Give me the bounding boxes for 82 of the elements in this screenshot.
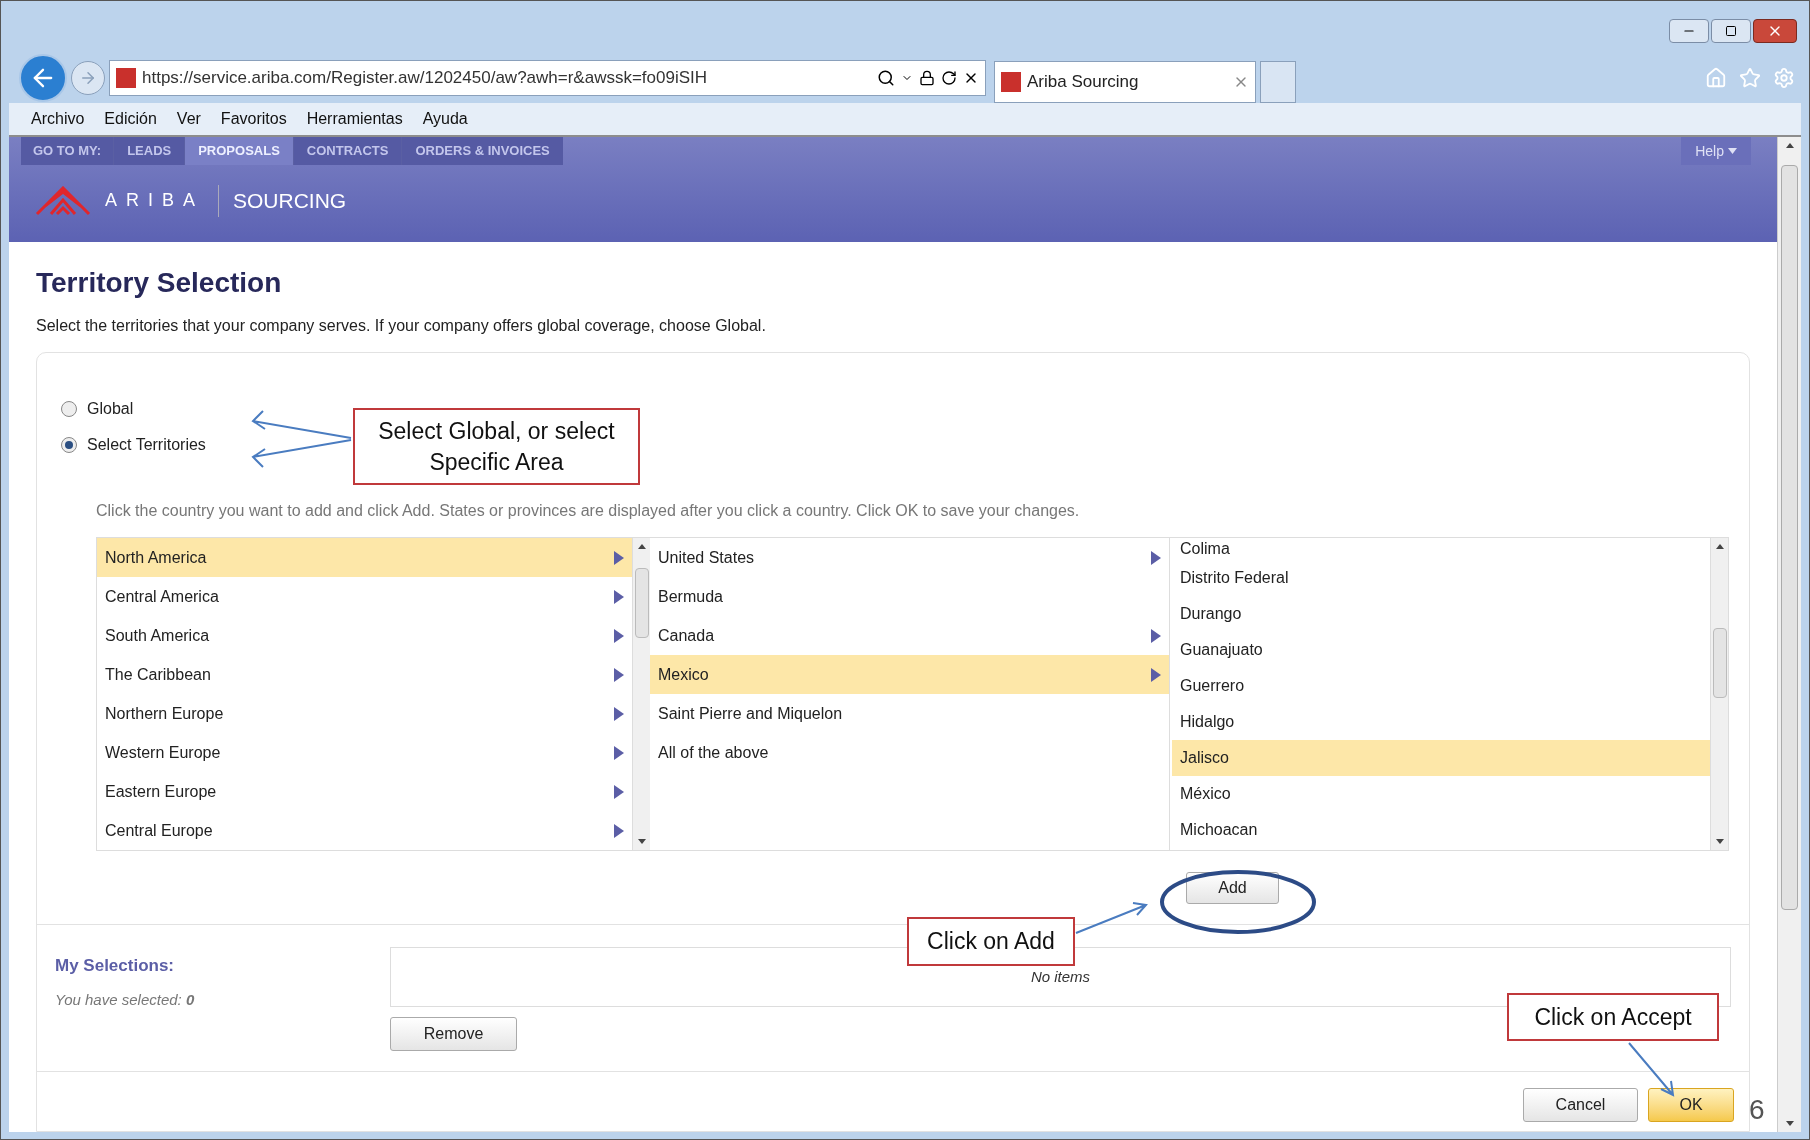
list-item[interactable]: Guanajuato: [1172, 632, 1710, 668]
list-item[interactable]: Western Europe: [97, 733, 632, 772]
selections-title: My Selections:: [55, 955, 176, 977]
product-name: SOURCING: [218, 185, 347, 217]
menu-item[interactable]: Ayuda: [422, 107, 468, 131]
selection-count: You have selected: 0: [55, 989, 196, 1010]
ok-button[interactable]: OK: [1648, 1088, 1734, 1122]
radio-button[interactable]: [61, 401, 77, 417]
scrollbar[interactable]: [1710, 538, 1728, 850]
help-menu[interactable]: Help: [1681, 137, 1751, 165]
arrow: [1628, 1042, 1675, 1097]
page-number: 6: [1749, 1093, 1765, 1127]
radio-label: Global: [87, 399, 134, 419]
maximize-icon: [1725, 25, 1737, 37]
page-title: Territory Selection: [36, 266, 283, 300]
list-item[interactable]: North America: [97, 538, 632, 577]
instruction-text: Click the country you want to add and click Add. States or provinces are displayed after you click a country. Click OK to save your changes.: [96, 501, 1081, 521]
list-item[interactable]: Michoacan: [1172, 812, 1710, 848]
empty-message: No items: [1030, 966, 1091, 987]
lock-icon: [919, 70, 935, 86]
menu-item[interactable]: Edición: [104, 107, 157, 131]
nav-tab[interactable]: ORDERS & INVOICES: [401, 137, 563, 165]
close-button[interactable]: [1753, 19, 1797, 43]
cancel-button[interactable]: Cancel: [1523, 1088, 1638, 1122]
brand-name: ARIBA: [105, 189, 205, 213]
list-item[interactable]: Colima: [1172, 538, 1710, 560]
address-bar[interactable]: https://service.ariba.com/Register.aw/1202450/aw?awh=r&awssk=fo09iSIH: [109, 60, 986, 96]
list-item[interactable]: Durango: [1172, 596, 1710, 632]
list-item[interactable]: Guerrero: [1172, 668, 1710, 704]
callout-box: Click on Add: [907, 917, 1075, 966]
page-scrollbar[interactable]: [1777, 137, 1801, 1132]
nav-label: GO TO MY:: [21, 137, 114, 165]
site-icon: [1001, 72, 1021, 92]
back-button[interactable]: [19, 54, 67, 102]
nav-tab[interactable]: LEADS: [113, 137, 185, 165]
callout-box: Click on Accept: [1507, 993, 1719, 1041]
menu-item[interactable]: Favoritos: [220, 107, 287, 131]
nav-tab[interactable]: CONTRACTS: [292, 137, 402, 165]
scroll-up-icon[interactable]: [637, 544, 646, 549]
scroll-thumb[interactable]: [1781, 165, 1798, 910]
search-icon[interactable]: [877, 69, 895, 87]
callout-box: Select Global, or select Specific Area: [353, 408, 640, 485]
list-item[interactable]: Central America: [97, 577, 632, 616]
site-icon: [116, 68, 136, 88]
list-item[interactable]: United States: [650, 538, 1169, 577]
maximize-button[interactable]: [1711, 19, 1751, 43]
scroll-thumb[interactable]: [1713, 628, 1727, 698]
scroll-up-icon[interactable]: [1715, 544, 1724, 549]
forward-button[interactable]: [71, 61, 105, 95]
list-item[interactable]: The Caribbean: [97, 655, 632, 694]
browser-tab[interactable]: Ariba Sourcing: [994, 61, 1256, 103]
scroll-up-icon[interactable]: [1785, 143, 1794, 148]
scroll-down-icon[interactable]: [1785, 1121, 1794, 1126]
radio-button[interactable]: [61, 437, 77, 453]
list-item[interactable]: México: [1172, 776, 1710, 812]
list-item[interactable]: Northern Europe: [97, 694, 632, 733]
list-item[interactable]: Central Europe: [97, 811, 632, 850]
menu-item[interactable]: Herramientas: [306, 107, 403, 131]
logo-icon: [35, 185, 91, 216]
list-item[interactable]: South America: [97, 616, 632, 655]
forward-arrow-icon: [79, 69, 97, 87]
scroll-down-icon[interactable]: [1715, 839, 1724, 844]
refresh-icon[interactable]: [941, 70, 957, 86]
new-tab-button[interactable]: [1260, 61, 1296, 103]
page-description: Select the territories that your company serves. If your company offers global coverage, choose Global.: [36, 316, 767, 336]
remove-button[interactable]: Remove: [390, 1017, 517, 1051]
list-item[interactable]: Jalisco: [1172, 740, 1710, 776]
list-item[interactable]: Distrito Federal: [1172, 560, 1710, 596]
list-item[interactable]: Bermuda: [650, 577, 1169, 616]
list-item[interactable]: All of the above: [650, 733, 1169, 772]
scroll-thumb[interactable]: [635, 568, 649, 638]
scroll-down-icon[interactable]: [637, 839, 646, 844]
radio-label: Select Territories: [87, 435, 206, 455]
list-item[interactable]: Hidalgo: [1172, 704, 1710, 740]
list-item[interactable]: Eastern Europe: [97, 772, 632, 811]
list-item[interactable]: Canada: [650, 616, 1169, 655]
list-item[interactable]: Mexico: [650, 655, 1169, 694]
scrollbar[interactable]: [632, 538, 650, 850]
caret-icon: [1728, 148, 1737, 154]
list-item[interactable]: Saint Pierre and Miquelon: [650, 694, 1169, 733]
menu-item[interactable]: Ver: [176, 107, 201, 131]
menu-item[interactable]: Archivo: [31, 107, 85, 131]
